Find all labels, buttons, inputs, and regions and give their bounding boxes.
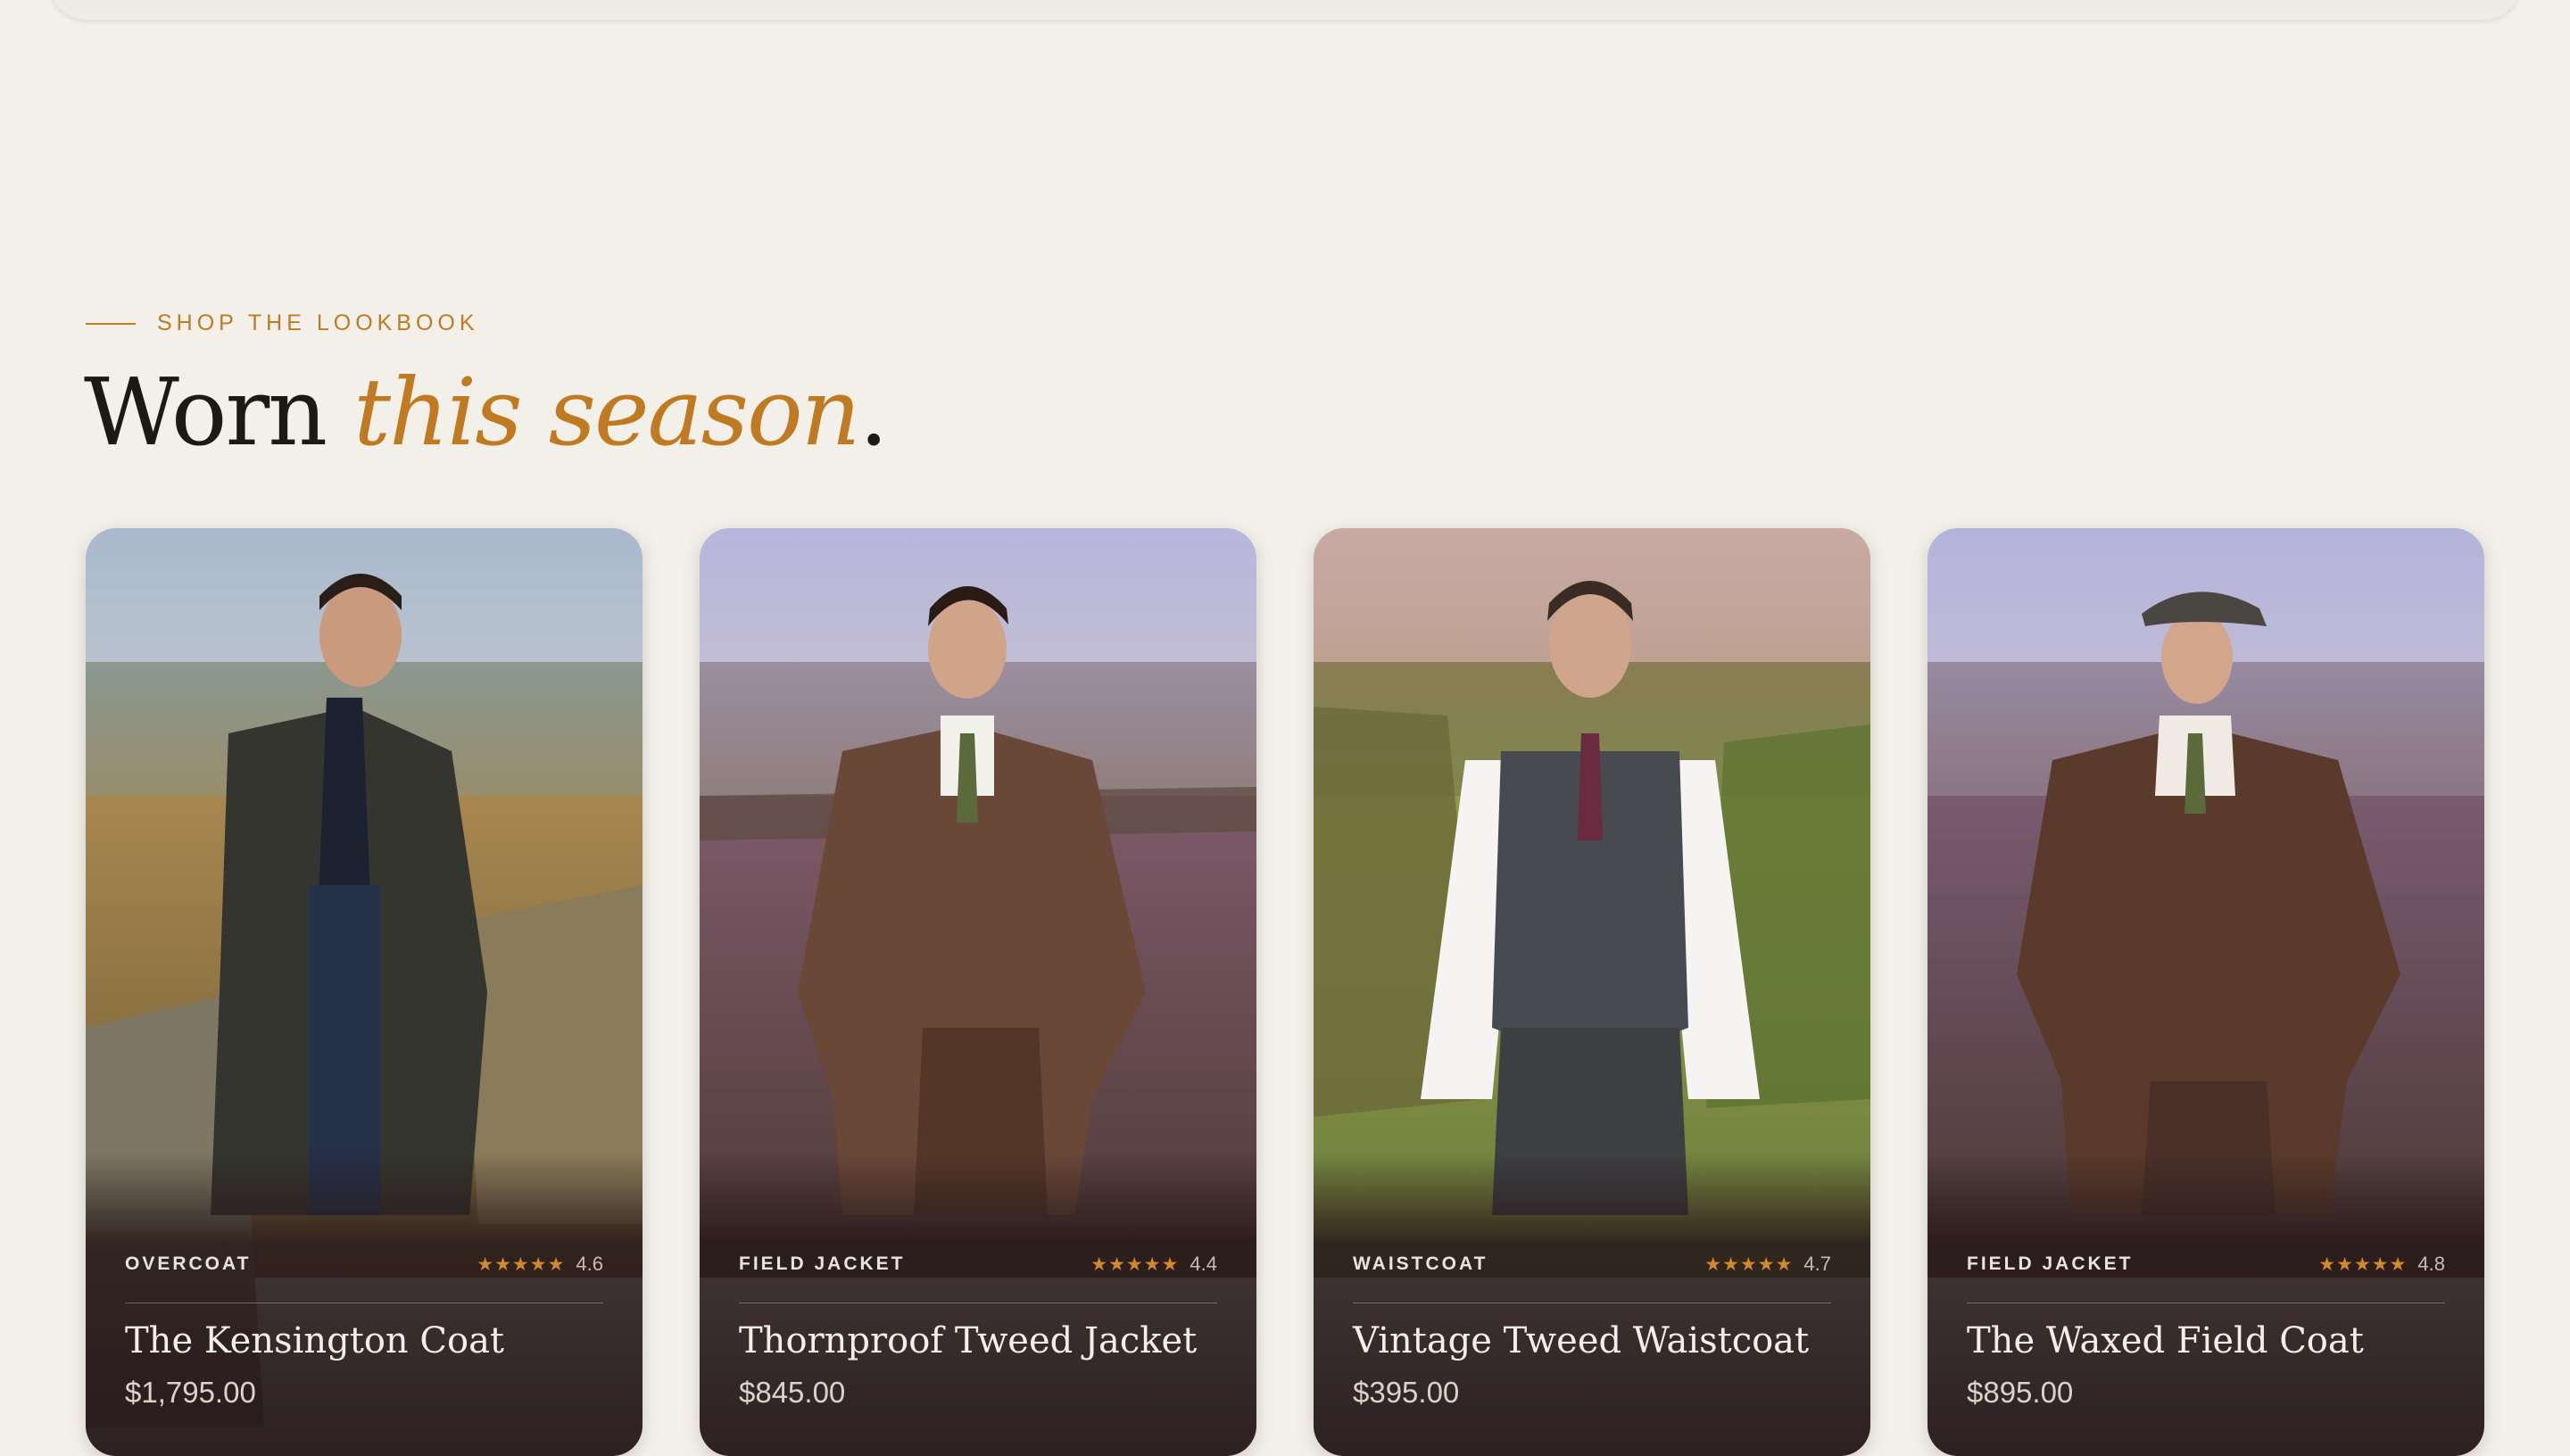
star-rating-icon: ★★★★★ xyxy=(477,1253,566,1275)
product-card[interactable]: WAISTCOAT ★★★★★ 4.7 Vintage Tweed Waistc… xyxy=(1314,528,1870,1456)
product-rating: ★★★★★ 4.8 xyxy=(2318,1253,2445,1276)
product-category: FIELD JACKET xyxy=(739,1253,906,1274)
eyebrow-rule xyxy=(86,322,136,325)
eyebrow-text: SHOP THE LOOKBOOK xyxy=(157,310,479,335)
card-overlay xyxy=(700,1153,1256,1456)
product-price: $895.00 xyxy=(1967,1376,2074,1409)
product-category: FIELD JACKET xyxy=(1967,1253,2134,1274)
rating-value: 4.6 xyxy=(576,1253,603,1275)
header-bar xyxy=(50,0,2520,20)
product-card[interactable]: FIELD JACKET ★★★★★ 4.4 Thornproof Tweed … xyxy=(700,528,1256,1456)
heading-lead: Worn xyxy=(84,358,354,467)
card-overlay xyxy=(1314,1153,1870,1456)
star-rating-icon: ★★★★★ xyxy=(1090,1253,1180,1275)
star-rating-icon: ★★★★★ xyxy=(1704,1253,1794,1275)
product-price: $395.00 xyxy=(1353,1376,1460,1409)
heading-tail: . xyxy=(858,358,889,467)
product-name[interactable]: Thornproof Tweed Jacket xyxy=(739,1313,1197,1369)
product-category: WAISTCOAT xyxy=(1353,1253,1488,1274)
product-category: OVERCOAT xyxy=(125,1253,252,1274)
product-price: $1,795.00 xyxy=(125,1376,256,1409)
rating-value: 4.7 xyxy=(1803,1253,1831,1275)
product-card[interactable]: OVERCOAT ★★★★★ 4.6 The Kensington Coat $… xyxy=(86,528,642,1456)
product-rating: ★★★★★ 4.6 xyxy=(477,1253,603,1276)
product-rating: ★★★★★ 4.4 xyxy=(1090,1253,1217,1276)
section-heading: Worn this season. xyxy=(84,350,889,475)
card-overlay xyxy=(86,1153,642,1456)
heading-accent: this season xyxy=(353,358,860,467)
rating-value: 4.8 xyxy=(2417,1253,2445,1275)
card-overlay xyxy=(1928,1153,2484,1456)
product-name[interactable]: The Kensington Coat xyxy=(125,1313,504,1369)
rating-value: 4.4 xyxy=(1190,1253,1217,1275)
section-eyebrow: SHOP THE LOOKBOOK xyxy=(86,310,479,336)
product-rating: ★★★★★ 4.7 xyxy=(1704,1253,1831,1276)
product-card[interactable]: FIELD JACKET ★★★★★ 4.8 The Waxed Field C… xyxy=(1928,528,2484,1456)
product-name[interactable]: The Waxed Field Coat xyxy=(1967,1313,2364,1369)
star-rating-icon: ★★★★★ xyxy=(2318,1253,2408,1275)
product-name[interactable]: Vintage Tweed Waistcoat xyxy=(1353,1313,1809,1369)
product-price: $845.00 xyxy=(739,1376,846,1409)
